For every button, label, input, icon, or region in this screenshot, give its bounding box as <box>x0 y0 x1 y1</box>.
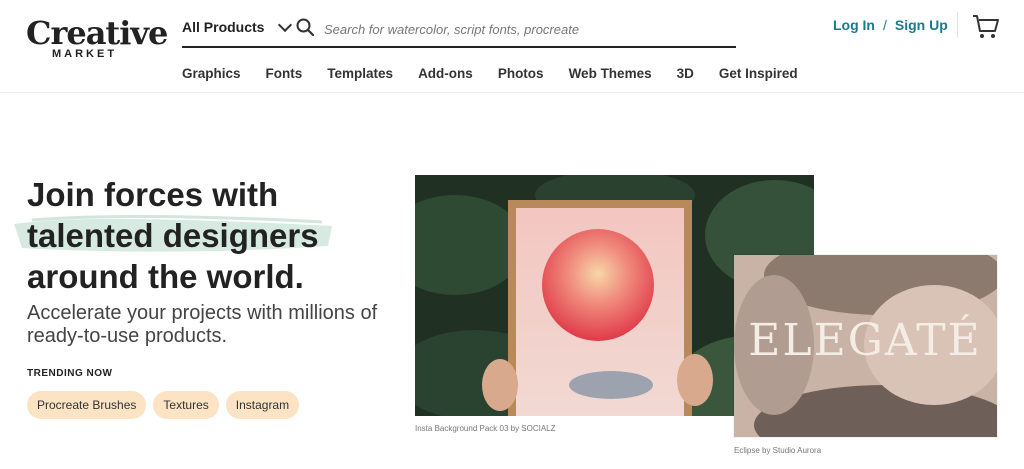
trending-pill-textures[interactable]: Textures <box>153 391 219 419</box>
site-header: Creative MARKET All Products Log In / Si… <box>0 0 1024 93</box>
category-dropdown[interactable]: All Products <box>182 17 293 35</box>
hero-subtitle: Accelerate your projects with millions o… <box>27 302 378 347</box>
header-divider <box>957 12 958 38</box>
search-bar: All Products <box>182 12 736 48</box>
eclipse-artwork: ELEGATÉ <box>734 255 997 437</box>
nav-item-get-inspired[interactable]: Get Inspired <box>719 66 798 81</box>
category-label: All Products <box>182 19 265 35</box>
logo-script-text: Creative <box>26 14 168 52</box>
nav-item-add-ons[interactable]: Add-ons <box>418 66 473 81</box>
nav-item-web-themes[interactable]: Web Themes <box>569 66 652 81</box>
nav-item-graphics[interactable]: Graphics <box>182 66 241 81</box>
trending-pill-instagram[interactable]: Instagram <box>225 391 300 419</box>
category-nav: Graphics Fonts Templates Add-ons Photos … <box>182 66 823 81</box>
trending-pill-procreate-brushes[interactable]: Procreate Brushes <box>27 391 147 419</box>
auth-separator: / <box>883 17 887 33</box>
nav-item-fonts[interactable]: Fonts <box>266 66 303 81</box>
hero-title: Join forces with talented designers arou… <box>27 174 407 297</box>
auth-links: Log In / Sign Up <box>833 17 948 33</box>
secondary-product-image[interactable]: ELEGATÉ <box>734 255 997 437</box>
search-icon[interactable] <box>296 18 314 36</box>
trending-label: TRENDING NOW <box>27 368 113 379</box>
eclipse-overlay-text: ELEGATÉ <box>748 313 981 366</box>
creative-market-logo[interactable]: Creative MARKET <box>26 14 168 64</box>
chevron-down-icon <box>278 17 293 33</box>
login-link[interactable]: Log In <box>833 17 875 33</box>
featured-image-caption[interactable]: Insta Background Pack 03 by SOCIALZ <box>415 424 556 433</box>
search-input[interactable] <box>322 16 726 42</box>
hero-title-line-2: talented designers <box>27 217 319 254</box>
secondary-image-caption[interactable]: Eclipse by Studio Aurora <box>734 446 821 455</box>
cart-icon[interactable] <box>972 14 1000 40</box>
signup-link[interactable]: Sign Up <box>895 17 948 33</box>
nav-item-templates[interactable]: Templates <box>327 66 393 81</box>
hero-title-line-3: around the world. <box>27 258 304 295</box>
trending-pills: Procreate Brushes Textures Instagram <box>27 391 300 419</box>
hero-title-line-1: Join forces with <box>27 176 279 213</box>
nav-item-3d[interactable]: 3D <box>677 66 694 81</box>
nav-item-photos[interactable]: Photos <box>498 66 544 81</box>
